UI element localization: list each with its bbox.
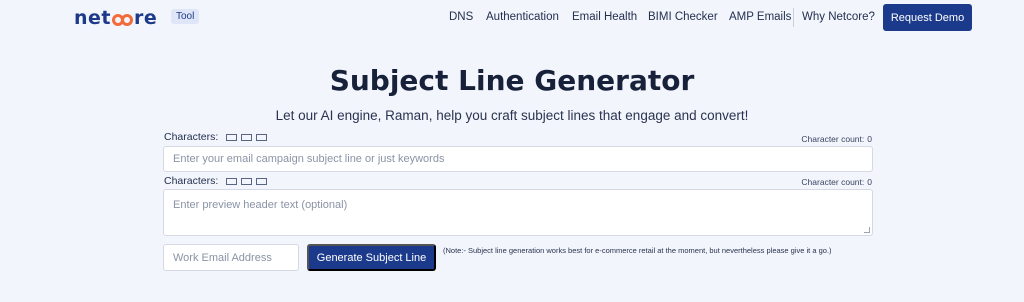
netcore-logo[interactable]: net re	[74, 7, 157, 29]
preview-header-placeholder: Enter preview header text (optional)	[173, 199, 348, 211]
preview-character-count: Character count: 0	[801, 177, 872, 187]
preview-characters-label: Characters:	[164, 175, 268, 187]
page-title: Subject Line Generator	[329, 64, 695, 97]
nav-authentication[interactable]: Authentication	[486, 11, 559, 23]
generate-subject-line-button[interactable]: Generate Subject Line	[307, 244, 436, 271]
nav-amp-emails[interactable]: AMP Emails	[729, 11, 791, 23]
subject-line-input[interactable]: Enter your email campaign subject line o…	[163, 146, 873, 172]
generation-note: (Note:- Subject line generation works be…	[443, 246, 832, 255]
logo-text-prefix: net	[74, 7, 111, 29]
preview-count-label: Character count:	[801, 177, 865, 187]
subject-count-value: 0	[867, 134, 872, 144]
nav-bimi-checker[interactable]: BIMI Checker	[648, 11, 718, 23]
preview-characters-text: Characters:	[164, 175, 219, 187]
top-navbar: net re Tool DNS Authentication Email Hea…	[0, 0, 1024, 34]
subject-characters-text: Characters:	[164, 131, 219, 143]
subject-count-label: Character count:	[801, 134, 865, 144]
nav-email-health[interactable]: Email Health	[572, 11, 637, 23]
request-demo-button[interactable]: Request Demo	[883, 4, 972, 31]
character-box-icons	[226, 133, 268, 141]
logo-rings-icon	[112, 11, 133, 26]
subject-line-placeholder: Enter your email campaign subject line o…	[173, 153, 445, 165]
page-subtitle: Let our AI engine, Raman, help you craft…	[275, 108, 749, 123]
nav-dns[interactable]: DNS	[449, 11, 473, 23]
work-email-input[interactable]: Work Email Address	[163, 244, 299, 271]
subject-character-count: Character count: 0	[801, 134, 872, 144]
character-box-icons	[226, 177, 268, 185]
subject-characters-label: Characters:	[164, 131, 268, 143]
preview-header-textarea[interactable]: Enter preview header text (optional)	[163, 189, 873, 236]
preview-count-value: 0	[867, 177, 872, 187]
logo-text-suffix: re	[134, 7, 158, 29]
tool-badge: Tool	[171, 9, 200, 24]
work-email-placeholder: Work Email Address	[173, 252, 272, 264]
nav-divider	[793, 8, 794, 27]
resize-handle-icon[interactable]	[864, 227, 870, 233]
nav-why-netcore[interactable]: Why Netcore?	[802, 11, 875, 23]
